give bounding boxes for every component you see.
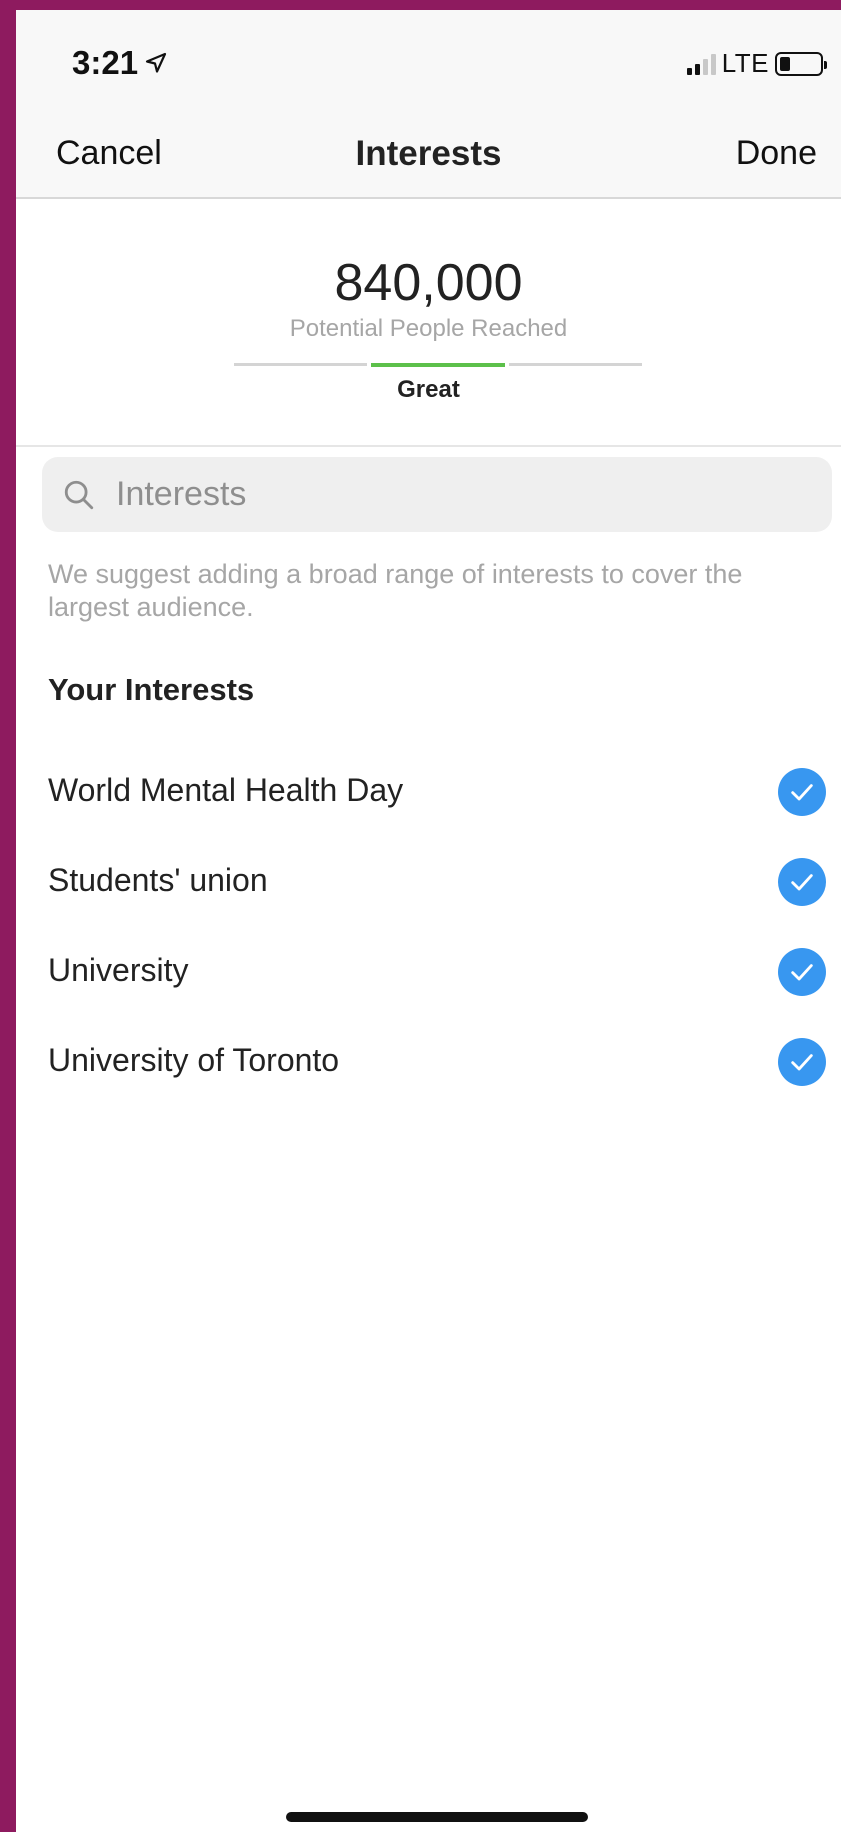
suggestion-hint: We suggest adding a broad range of inter…: [48, 559, 743, 622]
reach-summary: 840,000 Potential People Reached Great: [16, 199, 841, 447]
status-right: LTE: [686, 48, 827, 79]
checkmark-icon[interactable]: [778, 768, 826, 816]
reach-count: 840,000: [334, 254, 523, 312]
reach-meter: [234, 363, 642, 367]
battery-icon: [775, 51, 827, 76]
cancel-button[interactable]: Cancel: [56, 134, 162, 173]
search-bar[interactable]: [42, 457, 832, 532]
signal-icon: [686, 53, 716, 75]
nav-bar: Cancel Interests Done: [16, 110, 841, 199]
interest-item-university[interactable]: University: [16, 928, 841, 1018]
phone-screen: 3:21 LTE Cancel Interests Done 840,000 P…: [16, 10, 841, 1832]
interest-item-university-of-toronto[interactable]: University of Toronto: [16, 1018, 841, 1108]
interest-label: World Mental Health Day: [48, 772, 404, 808]
interest-item-students-union[interactable]: Students' union: [16, 838, 841, 928]
interest-label: University: [48, 952, 189, 988]
checkmark-icon[interactable]: [778, 948, 826, 996]
checkmark-icon[interactable]: [778, 1038, 826, 1086]
meter-segment-high: [508, 363, 642, 366]
interest-label: Students' union: [48, 862, 268, 898]
checkmark-icon[interactable]: [778, 858, 826, 906]
your-interests-title: Your Interests: [48, 672, 255, 707]
search-input[interactable]: [116, 475, 766, 514]
location-arrow-icon: [145, 52, 167, 73]
done-button[interactable]: Done: [736, 134, 817, 173]
network-label: LTE: [721, 48, 769, 78]
interest-list: World Mental Health Day Students' union …: [16, 748, 841, 1108]
reach-rating: Great: [397, 376, 460, 403]
reach-label: Potential People Reached: [289, 315, 568, 342]
interest-label: University of Toronto: [48, 1042, 340, 1078]
interest-item-world-mental-health-day[interactable]: World Mental Health Day: [16, 748, 841, 838]
meter-segment-great: [371, 363, 505, 367]
search-icon: [64, 480, 94, 509]
status-time-text: 3:21: [72, 44, 139, 81]
status-time: 3:21: [72, 44, 168, 82]
meter-segment-low: [234, 363, 368, 366]
status-bar: 3:21 LTE: [16, 10, 841, 110]
home-indicator[interactable]: [286, 1812, 588, 1822]
